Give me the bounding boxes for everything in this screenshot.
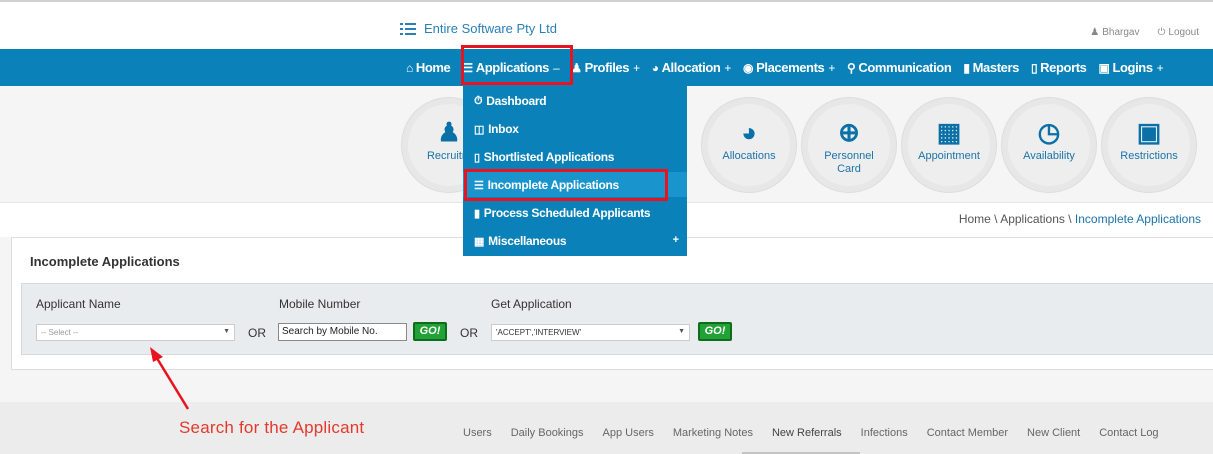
annotation-arrow <box>150 347 190 410</box>
